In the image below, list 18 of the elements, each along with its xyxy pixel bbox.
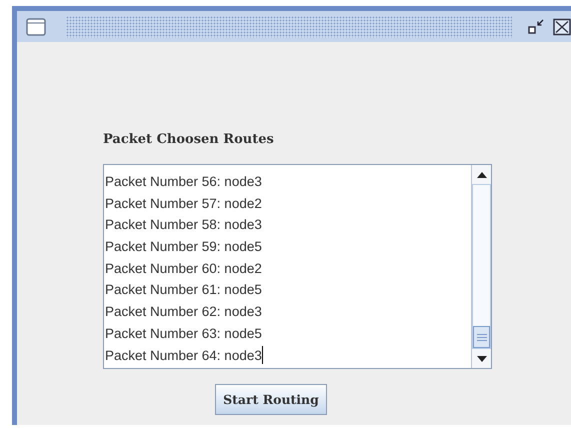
text-line: Packet Number 62: node3 (104, 303, 263, 322)
text-line: Packet Number 63: node5 (104, 324, 263, 343)
text-line: Packet Number 59: node5 (104, 238, 263, 256)
scroll-thumb[interactable] (473, 326, 490, 348)
minimize-icon[interactable] (526, 18, 546, 36)
scrollbar[interactable] (471, 165, 491, 368)
section-label: Packet Choosen Routes (103, 132, 274, 147)
text-area[interactable] (103, 164, 492, 369)
start-routing-button[interactable]: Start Routing (215, 384, 327, 415)
text-line: Packet Number 61: node5 (104, 281, 263, 300)
text-line: Packet Number 60: node2 (104, 260, 263, 278)
text-line: Packet Number 56: node3 (104, 173, 263, 191)
text-line: Packet Number 57: node2 (104, 194, 263, 213)
text-line: Packet Number 58: node3 (104, 216, 263, 234)
window-icon (26, 18, 46, 36)
close-icon[interactable] (552, 18, 571, 36)
text-line: Packet Number 64: node3 (104, 344, 264, 366)
title-bar-grip[interactable] (66, 16, 512, 38)
